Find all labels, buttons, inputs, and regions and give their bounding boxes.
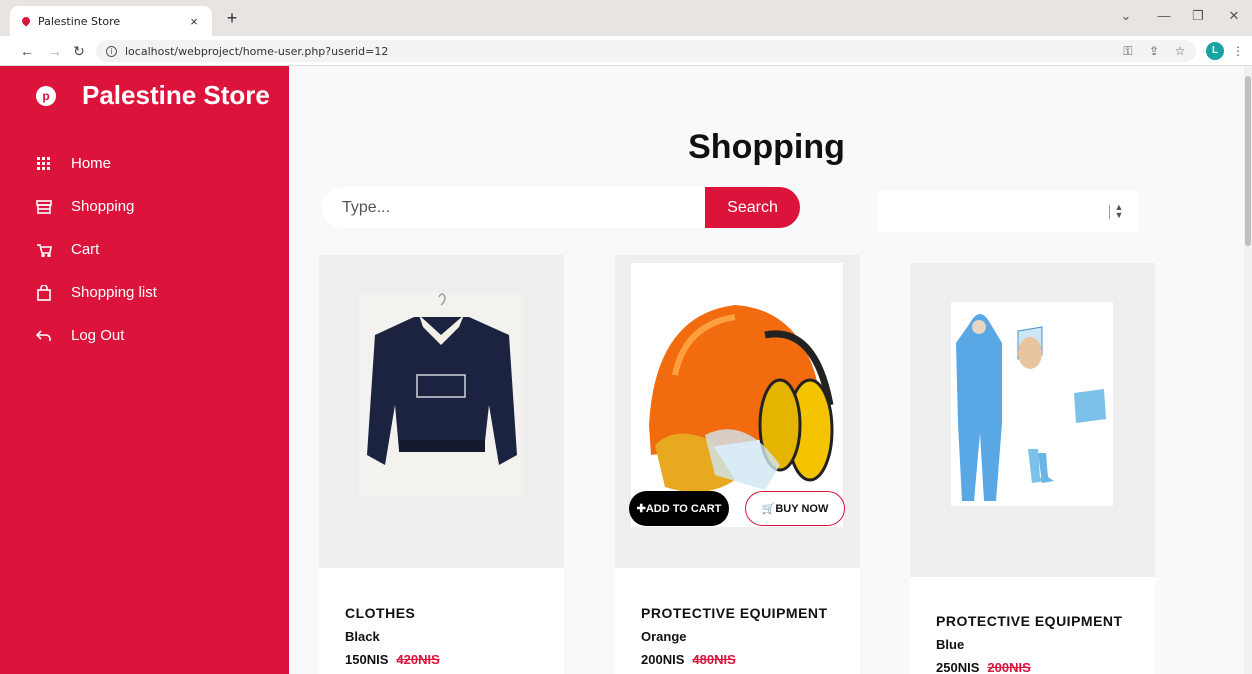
pinterest-logo-icon: p <box>36 85 56 106</box>
browser-tab-bar: Palestine Store × + ⌄ — ❐ ✕ <box>0 0 1252 36</box>
product-image-frame <box>319 255 564 568</box>
add-to-cart-button[interactable]: ✚ADD TO CART <box>629 491 729 526</box>
product-price-row: 200NIS 480NIS <box>641 652 828 667</box>
product-old-price: 200NIS <box>987 660 1031 674</box>
page-scrollbar[interactable] <box>1244 66 1252 674</box>
sidebar-item-label: Log Out <box>71 327 125 344</box>
product-image-ppe-kit <box>951 302 1113 506</box>
product-old-price: 480NIS <box>692 652 736 667</box>
sidebar-item-label: Home <box>71 155 112 172</box>
product-info: PROTECTIVE EQUIPMENT Orange 200NIS 480NIS <box>641 605 828 667</box>
tab-title: Palestine Store <box>38 14 121 28</box>
address-bar: ← → ↻ i localhost/webproject/home-user.p… <box>0 36 1252 66</box>
product-color: Black <box>345 629 380 644</box>
chevron-updown-icon: ▲ ▼ <box>1114 202 1124 220</box>
product-color: Blue <box>936 637 965 652</box>
reload-icon[interactable]: ↻ <box>70 42 88 60</box>
product-info: CLOTHES Black 150NIS 420NIS <box>345 605 440 667</box>
sidebar-item-label: Cart <box>71 241 100 258</box>
add-to-cart-label: ADD TO CART <box>645 503 722 515</box>
brand[interactable]: p Palestine Store <box>36 80 270 111</box>
product-card[interactable]: PROTECTIVE EQUIPMENT Blue 250NIS 200NIS <box>910 263 1155 674</box>
brand-name: Palestine Store <box>82 80 270 110</box>
forward-icon[interactable]: → <box>46 42 64 60</box>
product-image-frame <box>910 263 1155 577</box>
main-content: Shopping Search ▲▼ CLOTHES Black 150NIS 4… <box>289 66 1244 674</box>
search-input[interactable] <box>322 187 712 228</box>
product-name: PROTECTIVE EQUIPMENT <box>936 613 1123 629</box>
tab-search-icon[interactable]: ⌄ <box>1116 8 1136 24</box>
plus-icon: ✚ <box>636 503 646 515</box>
bag-icon <box>36 284 52 301</box>
buy-now-button[interactable]: 🛒BUY NOW <box>745 491 845 526</box>
sidebar-item-home[interactable]: Home <box>36 142 157 185</box>
store-icon <box>36 199 52 215</box>
favicon-icon <box>20 15 32 27</box>
product-price: 250NIS <box>936 660 980 674</box>
share-icon[interactable]: ⇪ <box>1146 44 1162 58</box>
browser-tab[interactable]: Palestine Store × <box>10 6 212 36</box>
maximize-icon[interactable]: ❐ <box>1188 8 1208 24</box>
cart-icon <box>36 242 52 258</box>
sidebar: p Palestine Store Home Shopping Cart Sho… <box>0 66 289 674</box>
search-button[interactable]: Search <box>705 187 800 228</box>
sidebar-item-log-out[interactable]: Log Out <box>36 314 157 357</box>
product-price-row: 150NIS 420NIS <box>345 652 440 667</box>
product-info: PROTECTIVE EQUIPMENT Blue 250NIS 200NIS <box>936 613 1123 674</box>
profile-avatar[interactable]: L <box>1206 42 1224 60</box>
tab-close-icon[interactable]: × <box>186 14 202 29</box>
search-bar: Search <box>322 187 800 228</box>
scrollbar-thumb[interactable] <box>1245 76 1251 246</box>
grid-icon <box>36 156 52 172</box>
select-separator <box>1109 205 1110 219</box>
star-icon[interactable]: ☆ <box>1172 44 1188 58</box>
product-name: CLOTHES <box>345 605 416 621</box>
product-name: PROTECTIVE EQUIPMENT <box>641 605 828 621</box>
page-title: Shopping <box>688 128 845 166</box>
product-price-row: 250NIS 200NIS <box>936 660 1123 674</box>
product-price: 200NIS <box>641 652 685 667</box>
close-window-icon[interactable]: ✕ <box>1224 8 1244 24</box>
back-icon[interactable]: ← <box>18 42 36 60</box>
sidebar-item-label: Shopping <box>71 198 135 215</box>
sidebar-menu: Home Shopping Cart Shopping list Log Out <box>36 142 157 357</box>
product-price: 150NIS <box>345 652 389 667</box>
info-icon[interactable]: i <box>106 45 117 57</box>
sidebar-item-cart[interactable]: Cart <box>36 228 157 271</box>
sidebar-item-shopping-list[interactable]: Shopping list <box>36 271 157 314</box>
cart-icon: 🛒 <box>761 503 776 515</box>
product-color: Orange <box>641 629 687 644</box>
product-card[interactable]: CLOTHES Black 150NIS 420NIS <box>319 255 564 674</box>
sidebar-item-label: Shopping list <box>71 284 157 301</box>
menu-dots-icon[interactable]: ⋮ <box>1230 44 1246 58</box>
product-image-sweatshirt <box>359 293 523 497</box>
minimize-icon[interactable]: — <box>1154 8 1174 23</box>
product-old-price: 420NIS <box>396 652 440 667</box>
key-icon[interactable]: ⚿ <box>1120 44 1136 59</box>
sidebar-item-shopping[interactable]: Shopping <box>36 185 157 228</box>
url-field[interactable]: i localhost/webproject/home-user.php?use… <box>96 40 1196 62</box>
product-card[interactable]: ✚ADD TO CART 🛒BUY NOW PROTECTIVE EQUIPME… <box>615 255 860 674</box>
url-text: localhost/webproject/home-user.php?useri… <box>125 44 389 58</box>
buy-now-label: BUY NOW <box>775 503 829 515</box>
new-tab-icon[interactable]: + <box>222 8 242 28</box>
filter-select[interactable]: ▲ ▼ <box>878 191 1138 232</box>
back-arrow-icon <box>36 328 52 344</box>
